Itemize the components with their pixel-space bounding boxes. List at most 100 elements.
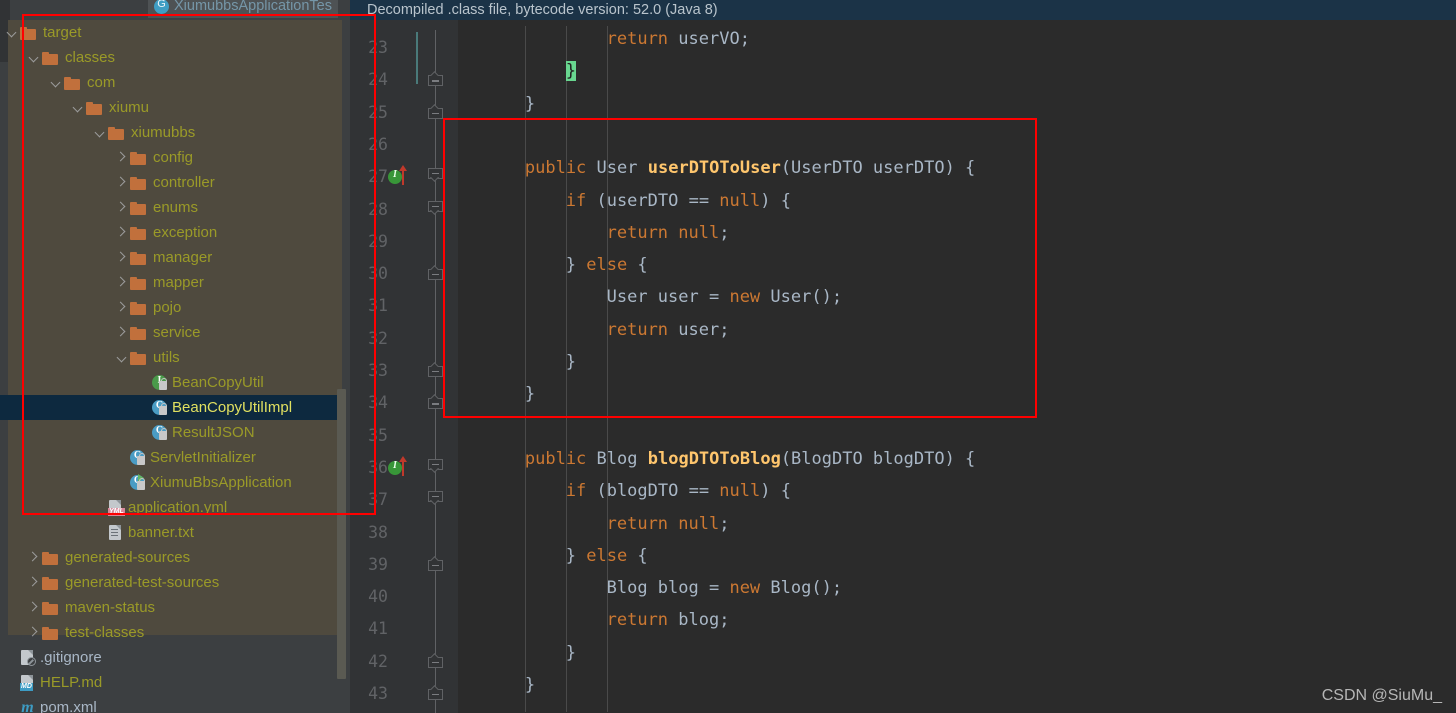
tree-row-beancopyutil[interactable]: I BeanCopyUtil [0, 370, 342, 395]
tree-row-generated-sources[interactable]: generated-sources [0, 545, 342, 570]
fold-end-icon[interactable] [428, 653, 443, 668]
chevron-right-icon[interactable] [114, 320, 130, 345]
code-line[interactable]: } [565, 61, 576, 82]
tree-scrollbar-thumb[interactable] [337, 389, 346, 679]
chevron-down-icon[interactable] [92, 120, 108, 145]
tree-row-xiumu[interactable]: xiumu [0, 95, 342, 120]
implementing-method-icon[interactable] [388, 165, 412, 186]
tree-scrollbar-track[interactable] [337, 20, 348, 713]
chevron-down-icon[interactable] [48, 70, 64, 95]
chevron-down-icon[interactable] [26, 45, 42, 70]
fold-end-icon[interactable] [428, 104, 443, 119]
code-line[interactable]: public User userDTOToUser(UserDTO userDT… [525, 158, 975, 178]
tree-row-xiumubbsapplication[interactable]: C XiumuBbsApplication [0, 470, 342, 495]
chevron-down-icon[interactable] [4, 20, 20, 45]
chevron-right-icon[interactable] [26, 545, 42, 570]
code-token: if [565, 190, 587, 211]
editor-gutter[interactable]: 23 24 25 26 27 28 29 30 31 32 33 34 35 36 37 38 39 40 41 42… [350, 20, 458, 713]
chevron-right-icon[interactable] [114, 270, 130, 295]
tree-row-servletinitializer[interactable]: C ServletInitializer [0, 445, 342, 470]
chevron-right-icon[interactable] [26, 595, 42, 620]
tab-xiumubbs-application-test[interactable]: XiumubbsApplicationTes [148, 0, 338, 18]
code-token: public [524, 448, 587, 469]
code-line[interactable]: } [566, 352, 576, 372]
fold-start-icon[interactable] [428, 491, 443, 506]
tree-row-config[interactable]: config [0, 145, 342, 170]
chevron-right-icon[interactable] [114, 170, 130, 195]
code-line[interactable]: return userVO; [607, 29, 750, 49]
chevron-right-icon[interactable] [114, 220, 130, 245]
fold-end-icon[interactable] [428, 362, 443, 377]
fold-start-icon[interactable] [428, 200, 443, 216]
fold-end-icon[interactable] [428, 394, 443, 410]
code-token: null [719, 190, 761, 211]
code-token: } [524, 93, 536, 114]
code-line[interactable]: } [525, 675, 535, 695]
tree-row-banner-txt[interactable]: banner.txt [0, 520, 342, 545]
chevron-right-icon[interactable] [114, 245, 130, 270]
project-tool-window[interactable]: target classes com xiumu xiumubbs config contr… [0, 20, 350, 713]
fold-end-icon[interactable] [428, 556, 443, 571]
project-tree-rows[interactable]: target classes com xiumu xiumubbs config contr… [0, 20, 342, 713]
code-line[interactable]: if (blogDTO == null) { [566, 481, 791, 501]
chevron-right-icon[interactable] [26, 620, 42, 645]
code-token: } [524, 384, 536, 405]
code-editor[interactable]: Decompiled .class file, bytecode version… [350, 0, 1456, 713]
tree-row-label: xiumu [109, 99, 150, 116]
tree-row-resultjson[interactable]: C ResultJSON [0, 420, 342, 445]
tree-row-enums[interactable]: enums [0, 195, 342, 220]
code-line[interactable]: if (userDTO == null) { [566, 191, 791, 211]
tree-row-utils[interactable]: utils [0, 345, 342, 370]
fold-end-icon[interactable] [428, 265, 443, 281]
chevron-down-icon[interactable] [114, 345, 130, 370]
tree-row-gitignore[interactable]: .gitignore [0, 645, 342, 670]
tree-row-exception[interactable]: exception [0, 220, 342, 245]
code-line[interactable]: } [525, 94, 535, 114]
code-line[interactable]: } else { [566, 546, 648, 566]
editor-code-surface[interactable]: return userVO;}} public User userDTOToUse… [458, 20, 1456, 713]
chevron-down-icon[interactable] [70, 95, 86, 120]
chevron-right-icon[interactable] [26, 570, 42, 595]
tree-row-application-yml[interactable]: YML application.yml [0, 495, 342, 520]
tree-row-generated-test-sources[interactable]: generated-test-sources [0, 570, 342, 595]
code-line[interactable]: } else { [566, 255, 648, 275]
chevron-right-icon[interactable] [114, 195, 130, 220]
tree-row-manager[interactable]: manager [0, 245, 342, 270]
fold-start-icon[interactable] [428, 458, 443, 474]
code-line[interactable]: return null; [607, 514, 730, 534]
chevron-right-icon[interactable] [114, 145, 130, 170]
implementing-method-icon[interactable] [388, 455, 412, 477]
code-token: else [586, 545, 628, 566]
tree-row-service[interactable]: service [0, 320, 342, 345]
tree-row-help-md[interactable]: MD HELP.md [0, 670, 342, 695]
fold-end-icon[interactable] [428, 685, 443, 700]
tree-row-pom-xml[interactable]: pom.xml [0, 695, 342, 713]
tree-row-com[interactable]: com [0, 70, 342, 95]
code-token: null [678, 513, 720, 534]
line-number: 26 [368, 134, 388, 154]
tree-row-classes[interactable]: classes [0, 45, 342, 70]
tree-row-beancopyutilimpl[interactable]: C BeanCopyUtilImpl [0, 395, 342, 420]
code-line[interactable]: return null; [607, 223, 730, 243]
fold-start-icon[interactable] [428, 168, 443, 183]
tree-row-pojo[interactable]: pojo [0, 295, 342, 320]
chevron-right-icon[interactable] [114, 295, 130, 320]
tree-row-test-classes[interactable]: test-classes [0, 620, 342, 645]
tree-row-xiumubbs[interactable]: xiumubbs [0, 120, 342, 145]
code-line[interactable]: public Blog blogDTOToBlog(BlogDTO blogDT… [525, 449, 975, 469]
tree-row-mapper[interactable]: mapper [0, 270, 342, 295]
code-line[interactable]: } [566, 643, 576, 663]
code-line[interactable]: } [525, 384, 535, 404]
code-line[interactable]: return blog; [607, 610, 730, 630]
tree-row-label: target [43, 24, 82, 41]
editor-body[interactable]: 23 24 25 26 27 28 29 30 31 32 33 34 35 36 37 38 39 40 41 42… [350, 20, 1456, 713]
tree-row-target[interactable]: target [0, 20, 342, 45]
tree-row-maven-status[interactable]: maven-status [0, 595, 342, 620]
code-line[interactable]: Blog blog = new Blog(); [607, 578, 842, 598]
fold-end-icon[interactable] [428, 71, 443, 87]
tree-arrow-placeholder [4, 645, 20, 670]
code-line[interactable]: return user; [607, 320, 730, 340]
tree-row-controller[interactable]: controller [0, 170, 342, 195]
code-line[interactable]: User user = new User(); [607, 287, 842, 307]
